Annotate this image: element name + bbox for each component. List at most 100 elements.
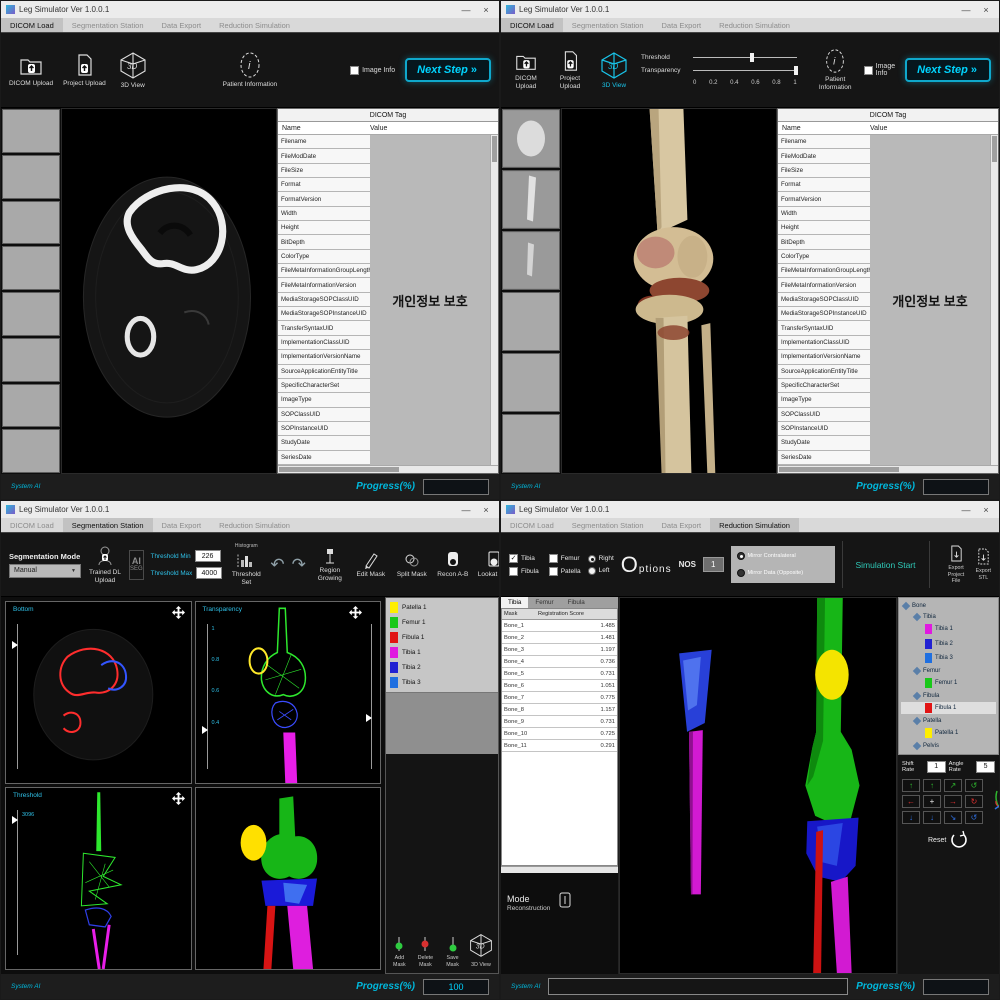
horizontal-scrollbar[interactable] — [778, 465, 998, 473]
next-step-button[interactable]: Next Step» — [405, 58, 491, 82]
bone-tab[interactable]: Tibia — [501, 597, 528, 608]
simulation-3d-viewport[interactable] — [619, 597, 897, 974]
view-3d-button[interactable]: 3D 3D View — [468, 932, 494, 968]
direction-button[interactable]: ↺ — [965, 811, 983, 824]
table-row[interactable]: Bone_4 0.736 — [502, 656, 617, 668]
close-button[interactable]: × — [478, 5, 494, 15]
thumbnail-empty[interactable] — [502, 414, 560, 473]
tree-item[interactable]: Bone — [901, 602, 996, 610]
save-mask-button[interactable]: Save Mask — [442, 936, 463, 968]
close-button[interactable]: × — [978, 5, 994, 15]
project-upload-button[interactable]: Project Upload — [63, 52, 106, 88]
slider-handle[interactable] — [794, 66, 798, 75]
redo-button[interactable]: ↷ — [292, 556, 306, 573]
direction-button[interactable]: ↺ — [965, 779, 983, 792]
vertical-scrollbar[interactable] — [490, 135, 498, 465]
minimize-button[interactable]: — — [958, 5, 974, 15]
tree-item[interactable]: Tibia 1 — [901, 623, 996, 635]
thumbnail-strip[interactable] — [501, 108, 561, 474]
next-step-button[interactable]: Next Step» — [905, 58, 991, 82]
direction-button[interactable]: ↘ — [944, 811, 962, 824]
table-row[interactable]: Bone_5 0.731 — [502, 668, 617, 680]
thumbnail-empty[interactable] — [2, 155, 60, 199]
direction-button[interactable]: ↑ — [923, 779, 941, 792]
dicom-upload-button[interactable]: DICOM Upload — [9, 52, 53, 88]
direction-button[interactable]: ← — [902, 795, 920, 808]
tab-dicom-load[interactable]: DICOM Load — [1, 18, 63, 32]
tree-item[interactable]: Femur 1 — [901, 677, 996, 689]
tab-data-export[interactable]: Data Export — [653, 18, 711, 32]
tab-data-export[interactable]: Data Export — [153, 518, 211, 532]
slider-handle[interactable] — [366, 714, 372, 722]
tab-reduction-simulation[interactable]: Reduction Simulation — [710, 518, 799, 532]
tab-data-export[interactable]: Data Export — [153, 18, 211, 32]
export-project-button[interactable]: Export Project File — [944, 545, 969, 584]
bone-thumbnail[interactable] — [502, 109, 560, 168]
add-mask-button[interactable]: Add Mask — [390, 936, 409, 968]
direction-button[interactable]: ↓ — [902, 811, 920, 824]
thumbnail-empty[interactable] — [2, 292, 60, 336]
mirror-contralateral-radio[interactable]: Mirror Contralateral — [737, 552, 829, 560]
legend-item[interactable]: Tibia 3 — [390, 677, 494, 688]
tree-item[interactable]: Patella — [901, 717, 996, 725]
bone-tab[interactable]: Femur — [528, 597, 560, 608]
slice-slider[interactable] — [17, 624, 18, 769]
view-3d-button-active[interactable]: 3D 3D View — [597, 50, 631, 90]
edit-mask-button[interactable]: Edit Mask — [354, 551, 388, 579]
legend-item[interactable]: Fibula 1 — [390, 632, 494, 643]
table-row[interactable]: Bone_1 1.485 — [502, 620, 617, 632]
split-mask-button[interactable]: Split Mask — [395, 551, 429, 579]
move-crosshair-icon[interactable] — [349, 606, 362, 624]
tab-reduction-simulation[interactable]: Reduction Simulation — [210, 18, 299, 32]
tree-item[interactable]: Pelvis — [901, 742, 996, 750]
slice-slider[interactable] — [371, 624, 372, 769]
shift-rate-input[interactable]: 1 — [927, 761, 946, 773]
thumbnail-strip[interactable] — [1, 108, 61, 474]
legend-item[interactable]: Femur 1 — [390, 617, 494, 628]
table-row[interactable]: Bone_11 0.291 — [502, 740, 617, 752]
image-info-checkbox[interactable]: Image Info — [864, 63, 895, 77]
tab-dicom-load[interactable]: DICOM Load — [501, 18, 563, 32]
segmented-3d-view[interactable] — [195, 787, 382, 970]
ct-axial-viewport[interactable] — [61, 108, 277, 474]
thumbnail-empty[interactable] — [2, 338, 60, 382]
dicom-upload-button[interactable]: DICOM Upload — [509, 49, 543, 91]
export-stl-button[interactable]: Export STL — [976, 548, 991, 581]
direction-button[interactable]: + — [923, 795, 941, 808]
tree-item[interactable]: Patella 1 — [901, 727, 996, 739]
threshold-view[interactable]: Threshold 3096 — [5, 787, 192, 970]
legend-item[interactable]: Tibia 1 — [390, 647, 494, 658]
minimize-button[interactable]: — — [458, 505, 474, 515]
direction-button[interactable]: ↑ — [902, 779, 920, 792]
bone-thumbnail[interactable] — [502, 170, 560, 229]
tree-item[interactable]: Fibula — [901, 692, 996, 700]
horizontal-scrollbar[interactable] — [278, 465, 498, 473]
side-radio[interactable]: Right — [588, 555, 614, 563]
region-growing-button[interactable]: Region Growing — [313, 547, 347, 583]
side-radio[interactable]: Left — [588, 567, 614, 575]
tab-data-export[interactable]: Data Export — [653, 518, 711, 532]
threshold-min-input[interactable]: 226 — [195, 550, 221, 562]
undo-button[interactable]: ↶ — [270, 556, 284, 573]
thumbnail-empty[interactable] — [2, 246, 60, 290]
direction-button[interactable]: ↓ — [923, 811, 941, 824]
minimize-button[interactable]: — — [958, 505, 974, 515]
tree-item[interactable]: Tibia 3 — [901, 652, 996, 664]
simulation-start-button[interactable]: Simulation Start — [850, 560, 922, 570]
threshold-max-input[interactable]: 4000 — [196, 567, 222, 579]
close-button[interactable]: × — [978, 505, 994, 515]
transparency-slider[interactable] — [693, 70, 797, 71]
move-crosshair-icon[interactable] — [172, 792, 185, 810]
tree-item[interactable]: Tibia — [901, 613, 996, 621]
thumbnail-empty[interactable] — [2, 201, 60, 245]
slider-handle[interactable] — [750, 53, 754, 62]
vertical-scrollbar[interactable] — [990, 135, 998, 465]
thumbnail-empty[interactable] — [2, 384, 60, 428]
thumbnail-empty[interactable] — [2, 429, 60, 473]
patient-information-button[interactable]: i Patient Information — [223, 51, 278, 89]
thumbnail-empty[interactable] — [2, 109, 60, 153]
mode-reconstruction-button[interactable]: Mode Reconstruction — [507, 891, 612, 916]
patient-information-button[interactable]: i Patient Information — [817, 48, 854, 92]
ai-seg-button[interactable]: AI SEG — [129, 550, 144, 580]
angle-rate-input[interactable]: 5 — [976, 761, 995, 773]
